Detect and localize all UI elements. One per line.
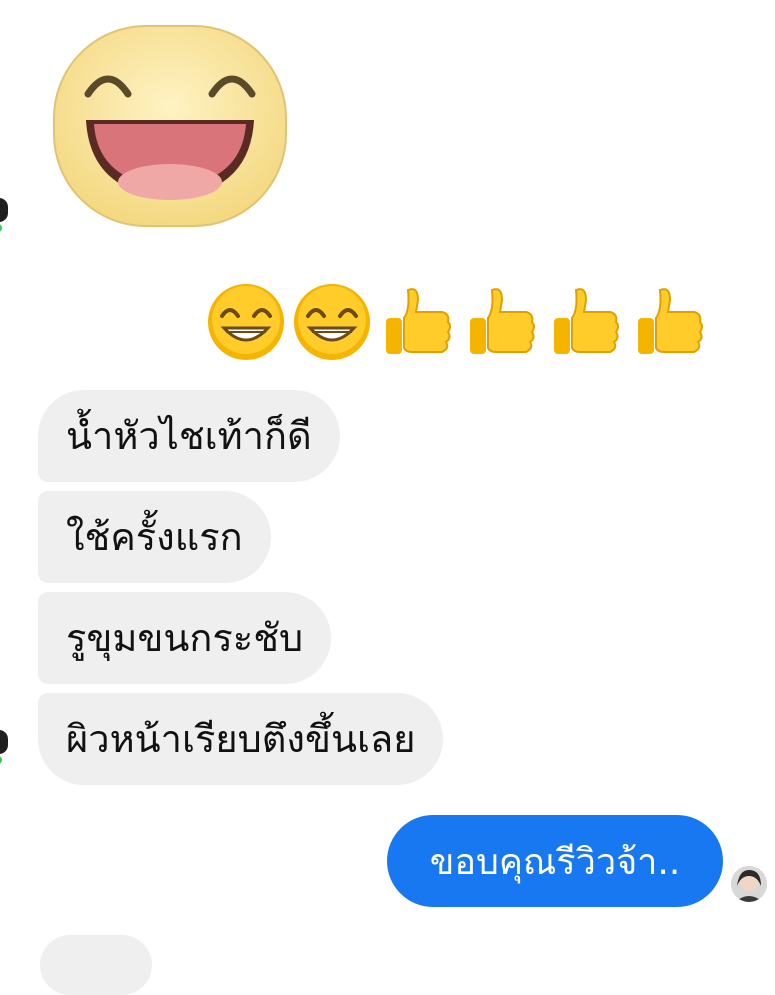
received-message-bubble[interactable]: น้ำหัวไชเท้าก็ดี — [38, 390, 340, 482]
laughing-sticker-icon — [53, 25, 287, 227]
read-receipt-avatar — [731, 866, 767, 902]
online-status-dot — [0, 222, 4, 234]
avatar-head-icon — [0, 198, 8, 222]
contact-avatar[interactable] — [0, 198, 12, 234]
emoji-message — [206, 280, 708, 364]
message-text: ขอบคุณรีวิวจ้า.. — [429, 841, 681, 883]
received-message-bubble[interactable] — [40, 935, 152, 995]
contact-avatar[interactable] — [0, 730, 12, 766]
message-text: รูขุมขนกระชับ — [66, 616, 304, 660]
user-photo-icon — [731, 866, 767, 902]
sent-message-bubble[interactable]: ขอบคุณรีวิวจ้า.. — [387, 815, 723, 907]
received-message-bubble[interactable]: รูขุมขนกระชับ — [38, 592, 332, 684]
message-text: น้ำหัวไชเท้าก็ดี — [66, 414, 312, 458]
message-text: ผิวหน้าเรียบตึงขึ้นเลย — [66, 717, 416, 761]
online-status-dot — [0, 754, 4, 766]
received-message-bubble[interactable]: ใช้ครั้งแรก — [38, 491, 271, 583]
grinning-face-icon — [208, 284, 284, 360]
grinning-face-icon — [294, 284, 370, 360]
message-text: ใช้ครั้งแรก — [66, 515, 243, 559]
thumbs-up-icon — [638, 288, 703, 354]
avatar-head-icon — [0, 730, 8, 754]
thumbs-up-icon — [386, 288, 451, 354]
received-message-bubble[interactable]: ผิวหน้าเรียบตึงขึ้นเลย — [38, 693, 444, 785]
thumbs-up-icon — [470, 288, 535, 354]
thumbs-up-icon — [554, 288, 619, 354]
